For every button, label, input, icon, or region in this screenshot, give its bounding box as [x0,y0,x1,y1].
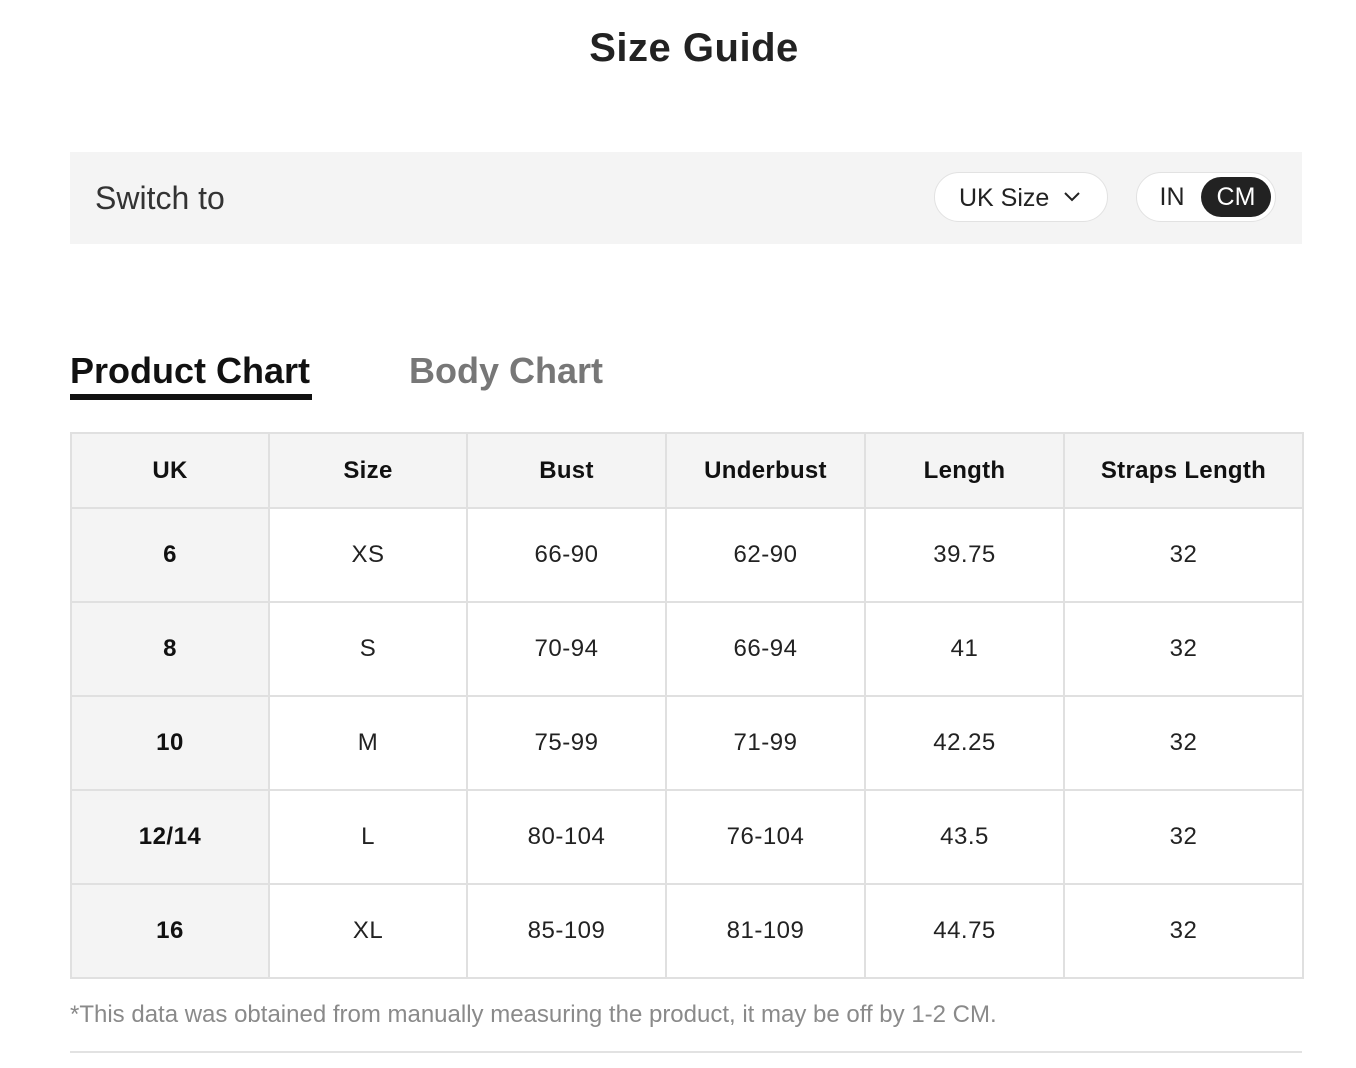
cell-uk: 8 [70,601,270,697]
cell-uk: 12/14 [70,789,270,885]
cell-bust: 66-90 [466,507,667,603]
switch-bar: Switch to UK Size IN CM [70,152,1302,244]
cell-straps-length: 32 [1063,601,1304,697]
cell-uk: 6 [70,507,270,603]
cell-straps-length: 32 [1063,789,1304,885]
cell-underbust: 71-99 [665,695,866,791]
divider [70,1051,1302,1053]
cell-size: S [268,601,468,697]
header-length: Length [864,432,1065,509]
header-straps-length: Straps Length [1063,432,1304,509]
cell-bust: 85-109 [466,883,667,979]
chevron-down-icon [1064,192,1080,202]
cell-straps-length: 32 [1063,883,1304,979]
table-row: 16 XL 85-109 81-109 44.75 32 [70,883,1304,979]
cell-underbust: 62-90 [665,507,866,603]
table-header-row: UK Size Bust Underbust Length Straps Len… [70,432,1304,509]
measurement-footnote: *This data was obtained from manually me… [70,1001,997,1028]
header-underbust: Underbust [665,432,866,509]
cell-straps-length: 32 [1063,695,1304,791]
tab-body-chart[interactable]: Body Chart [409,350,603,392]
table-row: 8 S 70-94 66-94 41 32 [70,601,1304,697]
header-size: Size [268,432,468,509]
cell-length: 41 [864,601,1065,697]
table-row: 12/14 L 80-104 76-104 43.5 32 [70,789,1304,885]
cell-length: 43.5 [864,789,1065,885]
cell-bust: 75-99 [466,695,667,791]
size-system-dropdown[interactable]: UK Size [934,172,1108,222]
cell-underbust: 81-109 [665,883,866,979]
cell-size: L [268,789,468,885]
size-system-selected: UK Size [959,184,1050,212]
cell-bust: 70-94 [466,601,667,697]
cell-length: 44.75 [864,883,1065,979]
table-row: 6 XS 66-90 62-90 39.75 32 [70,507,1304,603]
size-table: UK Size Bust Underbust Length Straps Len… [70,432,1304,979]
unit-option-in[interactable]: IN [1143,177,1201,217]
page-title: Size Guide [589,26,799,70]
cell-uk: 16 [70,883,270,979]
tab-product-chart[interactable]: Product Chart [70,350,310,392]
cell-length: 39.75 [864,507,1065,603]
unit-toggle: IN CM [1136,172,1276,222]
cell-uk: 10 [70,695,270,791]
unit-option-cm[interactable]: CM [1201,177,1271,217]
cell-size: XS [268,507,468,603]
table-row: 10 M 75-99 71-99 42.25 32 [70,695,1304,791]
tab-active-indicator [70,394,312,400]
cell-straps-length: 32 [1063,507,1304,603]
switch-label: Switch to [95,180,225,216]
cell-bust: 80-104 [466,789,667,885]
cell-size: XL [268,883,468,979]
cell-underbust: 76-104 [665,789,866,885]
cell-size: M [268,695,468,791]
cell-underbust: 66-94 [665,601,866,697]
header-bust: Bust [466,432,667,509]
header-uk: UK [70,432,270,509]
cell-length: 42.25 [864,695,1065,791]
